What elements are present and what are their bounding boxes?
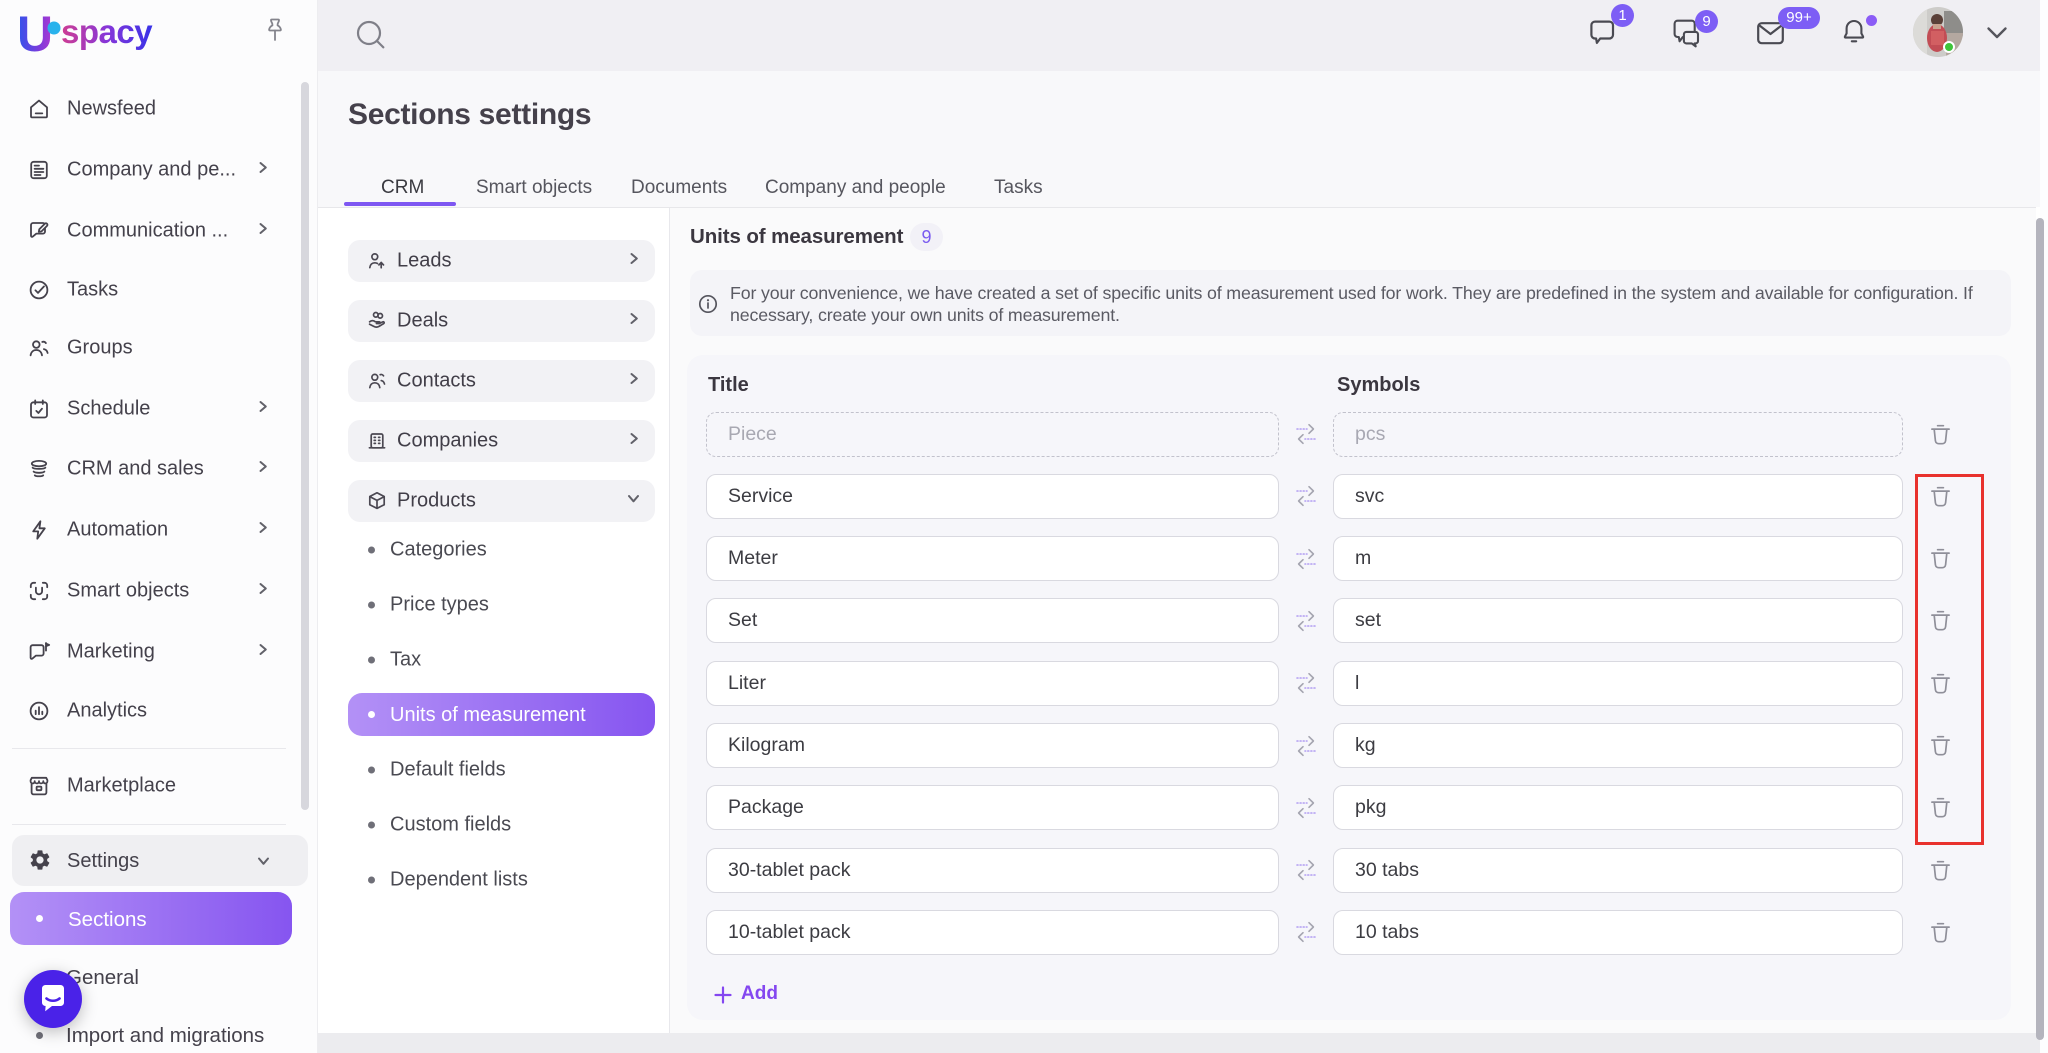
svg-text:spacy: spacy — [61, 13, 153, 50]
svg-text:U: U — [17, 6, 53, 60]
